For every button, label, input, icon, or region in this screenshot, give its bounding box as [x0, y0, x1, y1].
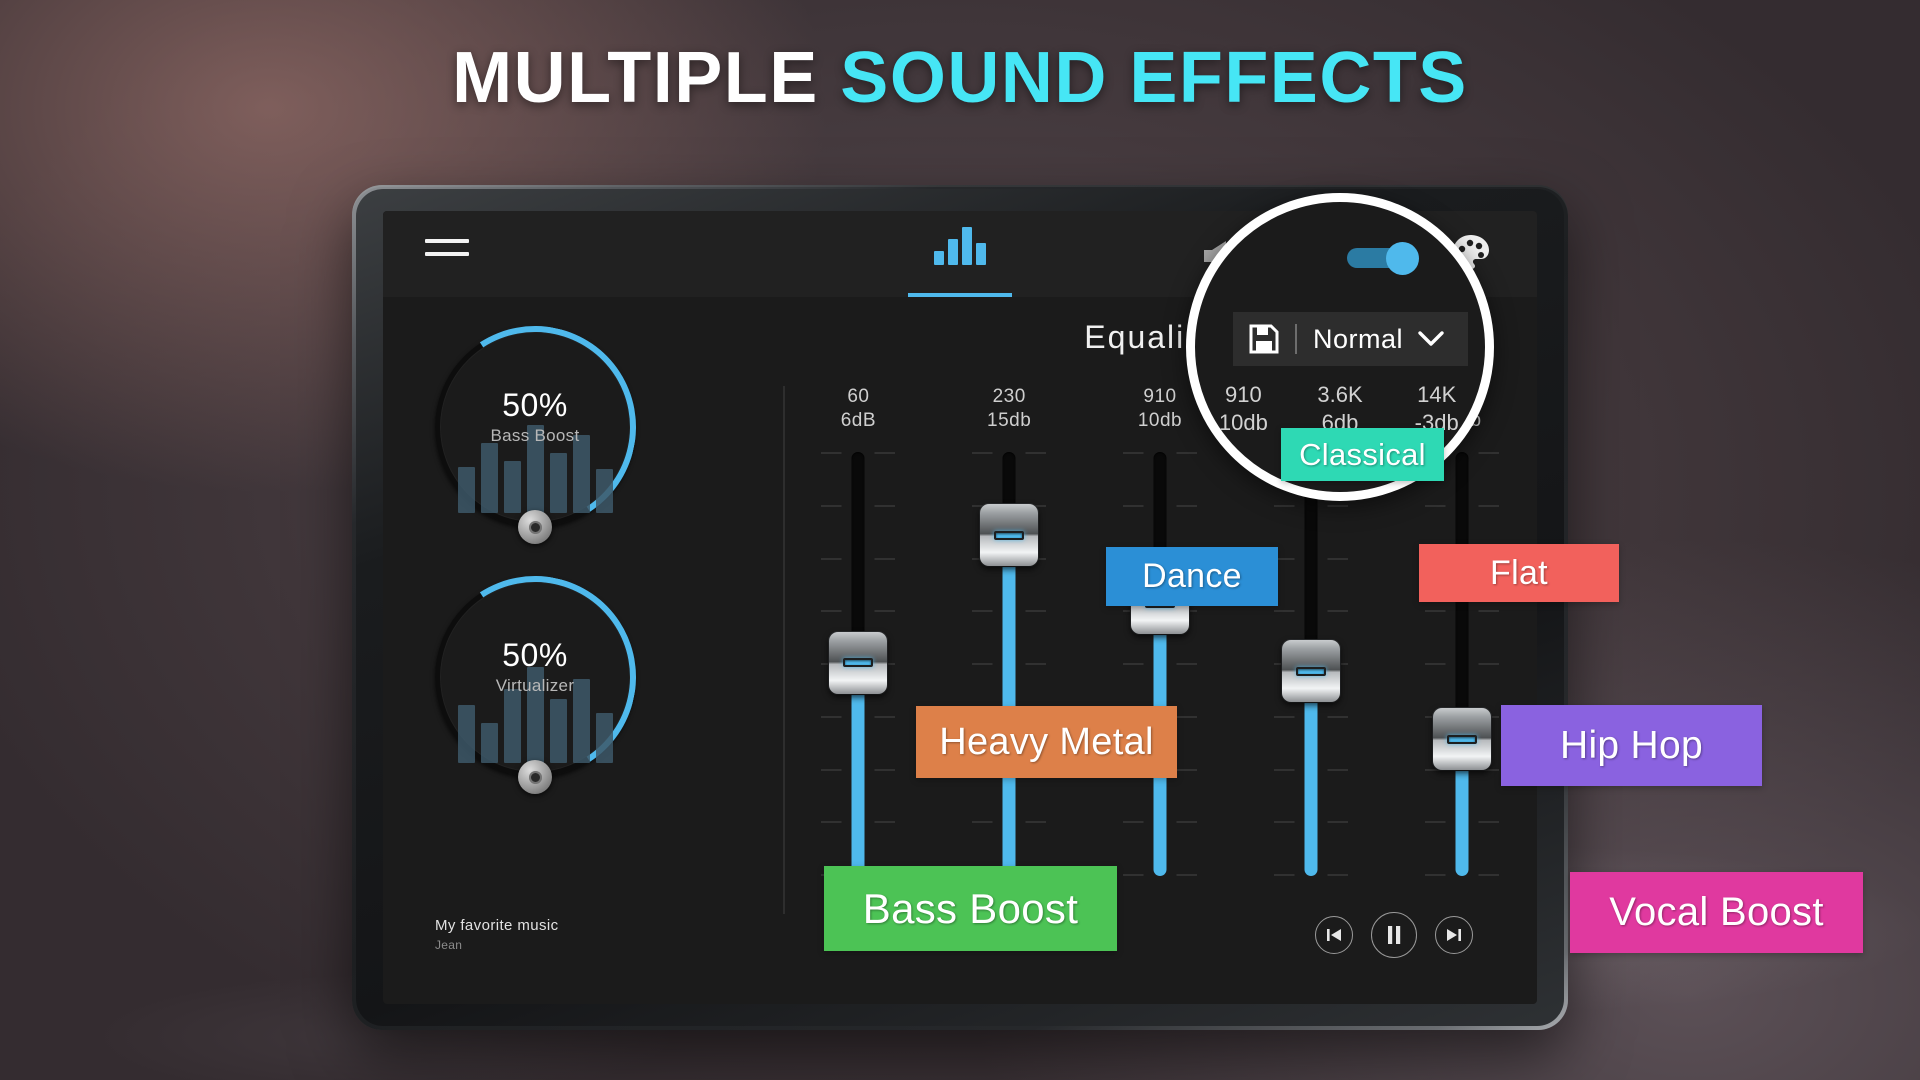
equalizer-bars-icon: [908, 227, 1012, 265]
equalizer-bar: [948, 239, 958, 265]
eq-band-frequency: 910: [1143, 386, 1177, 407]
knob-readout: 50% Virtualizer: [435, 637, 635, 696]
preset-separator: [1295, 324, 1297, 354]
slider-thumb[interactable]: [1432, 708, 1491, 770]
visualizer-bar: [595, 469, 613, 513]
equalizer-bar: [976, 243, 986, 265]
preset-name: Normal: [1313, 323, 1404, 354]
knob-percent: 50%: [502, 637, 568, 673]
magnified-power-toggle[interactable]: [1347, 242, 1419, 275]
preset-chip-classical[interactable]: Classical: [1281, 428, 1444, 481]
pause-button[interactable]: [1371, 912, 1417, 958]
preset-chip-hip-hop[interactable]: Hip Hop: [1501, 705, 1762, 786]
knob-handle-dot: [528, 770, 542, 784]
visualizer-bar: [480, 723, 498, 763]
now-playing-title: My favorite music: [435, 917, 559, 934]
equalizer-bar: [962, 227, 972, 265]
visualizer-bar: [572, 435, 590, 513]
eq-band-frequency: 910: [1224, 382, 1262, 407]
visualizer-bar: [549, 453, 567, 513]
next-icon: [1447, 929, 1461, 941]
slider-thumb[interactable]: [829, 631, 888, 694]
knob-label: Virtualizer: [495, 676, 575, 695]
tab-active-underline: [908, 293, 1012, 297]
menu-icon-line: [425, 239, 469, 243]
eq-band-gain: 10db: [1218, 410, 1268, 435]
preset-chip-dance[interactable]: Dance: [1106, 547, 1278, 606]
visualizer-bar: [480, 443, 498, 513]
eq-band-slider[interactable]: [1424, 452, 1499, 876]
page-title-part-one: MULTIPLE: [452, 38, 841, 118]
slider-fill: [1304, 680, 1318, 876]
visualizer-bar: [457, 467, 475, 513]
visualizer-bar: [595, 713, 613, 763]
eq-band-frequency: 14K: [1417, 382, 1457, 407]
visualizer-bar: [503, 689, 521, 763]
toggle-knob: [1386, 242, 1419, 275]
eq-band-gain: 6dB: [840, 410, 877, 431]
previous-button[interactable]: [1315, 916, 1353, 954]
equalizer-bar: [934, 251, 944, 265]
eq-band: 910 10db: [1085, 386, 1236, 884]
eq-band-gain: 15db: [987, 410, 1032, 431]
preset-chip-heavy-metal[interactable]: Heavy Metal: [916, 706, 1177, 778]
menu-icon[interactable]: [425, 239, 469, 269]
tab-equalizer[interactable]: [908, 227, 1012, 297]
virtualizer-knob[interactable]: 50% Virtualizer: [415, 557, 655, 797]
playback-controls: [1315, 912, 1473, 958]
page-title-part-two: SOUND EFFECTS: [840, 38, 1468, 118]
bass-boost-knob[interactable]: 50% Bass Boost: [415, 307, 655, 547]
previous-icon: [1327, 929, 1341, 941]
knob-handle[interactable]: [518, 510, 552, 544]
eq-band-frequency: 230: [992, 386, 1026, 407]
menu-icon-line: [425, 252, 469, 256]
preset-selector[interactable]: Normal: [1233, 312, 1468, 366]
slider-fill: [851, 672, 865, 876]
preset-chip-flat[interactable]: Flat: [1419, 544, 1619, 602]
magnified-eq-band: 910 10db: [1195, 382, 1292, 436]
now-playing-artist: Jean: [435, 938, 463, 952]
visualizer-bar: [503, 461, 521, 513]
slider-thumb[interactable]: [980, 504, 1039, 567]
eq-band: 230 15db: [934, 386, 1085, 884]
effects-panel: 50% Bass Boost 50% Virtualizer My favori…: [383, 297, 783, 1004]
pause-icon: [1388, 926, 1401, 944]
preset-chip-bass-boost[interactable]: Bass Boost: [824, 866, 1117, 951]
page-title: MULTIPLE SOUND EFFECTS: [0, 42, 1920, 114]
knob-handle-dot: [528, 520, 542, 534]
eq-band-frequency: 3.6K: [1317, 382, 1363, 407]
knob-percent: 50%: [502, 387, 568, 423]
slider-thumb[interactable]: [1281, 640, 1340, 703]
visualizer-bar: [457, 705, 475, 763]
slider-thumb-indicator: [1295, 666, 1326, 676]
chevron-down-icon[interactable]: [1417, 330, 1445, 348]
knob-handle[interactable]: [518, 760, 552, 794]
save-icon[interactable]: [1249, 324, 1279, 354]
eq-band: 60 6dB: [783, 386, 934, 884]
slider-thumb-indicator: [843, 658, 874, 668]
visualizer-bar: [549, 699, 567, 763]
slider-thumb-indicator: [1446, 734, 1477, 744]
knob-label: Bass Boost: [490, 426, 580, 445]
slider-thumb-indicator: [994, 530, 1025, 540]
next-button[interactable]: [1435, 916, 1473, 954]
preset-chip-vocal-boost[interactable]: Vocal Boost: [1570, 872, 1863, 953]
eq-band-slider[interactable]: [1273, 452, 1348, 876]
now-playing[interactable]: My favorite music Jean: [435, 917, 559, 952]
eq-band-slider[interactable]: [821, 452, 896, 876]
eq-band-gain: 10db: [1137, 410, 1183, 431]
eq-band-frequency: 60: [847, 386, 870, 407]
eq-band-slider[interactable]: [972, 452, 1047, 876]
knob-readout: 50% Bass Boost: [435, 387, 635, 446]
eq-band-slider[interactable]: [1122, 452, 1197, 876]
